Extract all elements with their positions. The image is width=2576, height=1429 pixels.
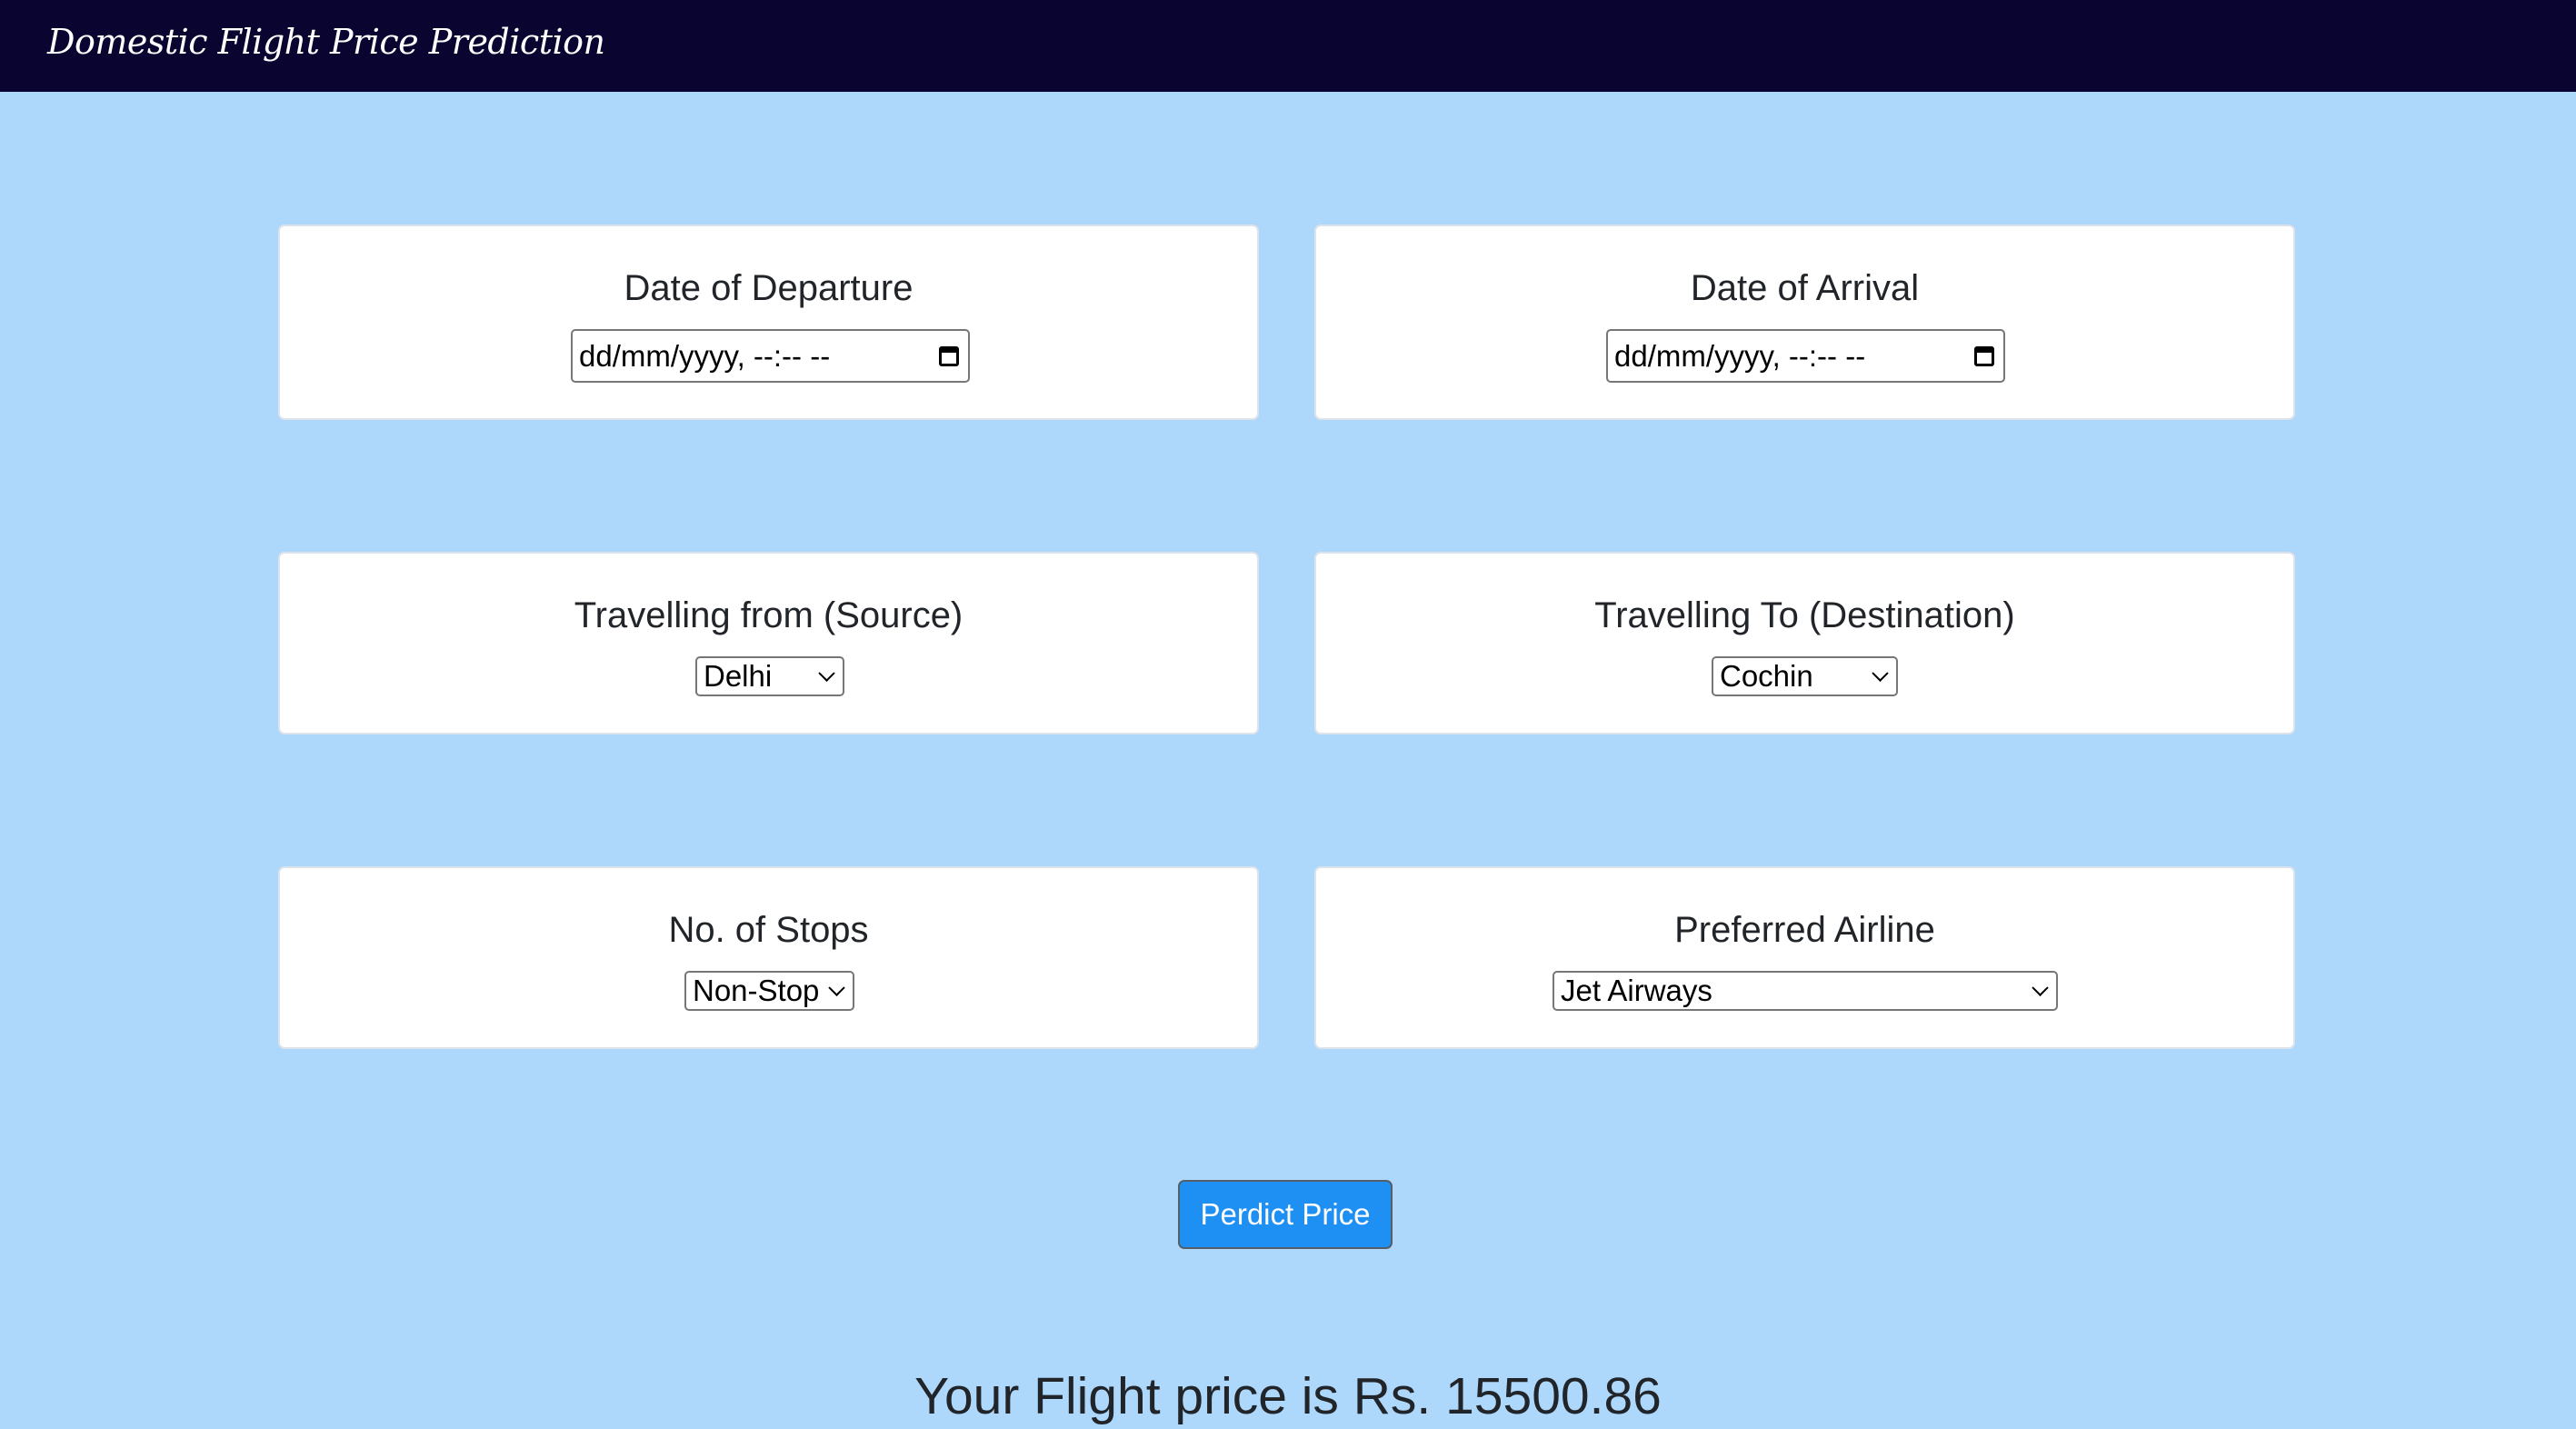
source-selected: Delhi — [704, 659, 773, 693]
chevron-down-icon — [828, 979, 845, 996]
chevron-down-icon — [818, 665, 835, 682]
stops-selected: Non-Stop — [693, 974, 820, 1007]
stops-card: No. of Stops Non-Stop — [278, 866, 1259, 1049]
destination-label: Travelling To (Destination) — [1594, 595, 2015, 635]
airline-selected: Jet Airways — [1561, 974, 1712, 1007]
source-card: Travelling from (Source) Delhi — [278, 552, 1259, 734]
destination-card: Travelling To (Destination) Cochin — [1314, 552, 2295, 734]
predicted-price-text: Your Flight price is Rs. 15500.86 — [914, 1367, 1662, 1425]
calendar-icon[interactable] — [939, 345, 959, 366]
brand-title[interactable]: Domestic Flight Price Prediction — [47, 16, 605, 67]
chevron-down-icon — [1872, 665, 1889, 682]
chevron-down-icon — [2032, 979, 2049, 996]
arrival-value: dd/mm/yyyy, --:-- -- — [1614, 338, 1866, 373]
departure-datetime-input[interactable]: dd/mm/yyyy, --:-- -- — [571, 329, 970, 383]
arrival-card: Date of Arrival dd/mm/yyyy, --:-- -- — [1314, 225, 2295, 420]
departure-card: Date of Departure dd/mm/yyyy, --:-- -- — [278, 225, 1259, 420]
predict-price-button[interactable]: Perdict Price — [1178, 1180, 1393, 1249]
airline-select[interactable]: Jet Airways — [1553, 971, 2058, 1011]
stops-label: No. of Stops — [668, 910, 869, 950]
departure-value: dd/mm/yyyy, --:-- -- — [579, 338, 831, 373]
source-label: Travelling from (Source) — [574, 595, 964, 635]
departure-label: Date of Departure — [624, 268, 914, 308]
stops-select[interactable]: Non-Stop — [684, 971, 854, 1011]
airline-card: Preferred Airline Jet Airways — [1314, 866, 2295, 1049]
calendar-icon[interactable] — [1974, 345, 1994, 366]
airline-label: Preferred Airline — [1674, 910, 1935, 950]
arrival-label: Date of Arrival — [1690, 268, 1920, 308]
destination-selected: Cochin — [1720, 659, 1813, 693]
destination-select[interactable]: Cochin — [1712, 656, 1898, 696]
source-select[interactable]: Delhi — [695, 656, 844, 696]
navbar: Domestic Flight Price Prediction — [0, 0, 2576, 92]
arrival-datetime-input[interactable]: dd/mm/yyyy, --:-- -- — [1606, 329, 2005, 383]
